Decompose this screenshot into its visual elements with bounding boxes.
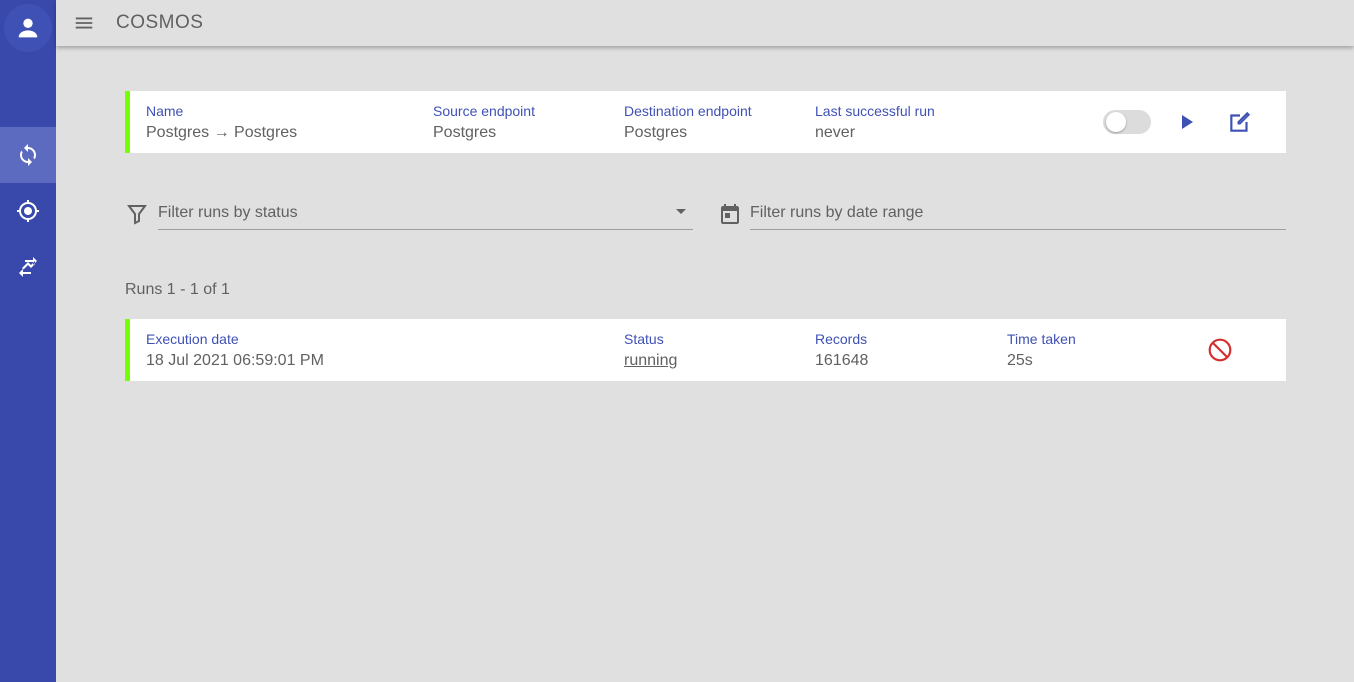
last-successful-run-value: never xyxy=(815,124,856,141)
time-taken-label: Time taken xyxy=(1007,331,1076,347)
records-value: 161648 xyxy=(815,352,869,369)
execution-date-value: 18 Jul 2021 06:59:01 PM xyxy=(146,352,324,369)
cancel-run-button[interactable] xyxy=(1204,334,1236,366)
name-label: Name xyxy=(146,103,184,119)
user-avatar[interactable] xyxy=(4,4,52,52)
chevron-down-icon[interactable] xyxy=(676,209,686,214)
transfer-card: Name Postgres → Postgres Source endpoint… xyxy=(125,91,1286,153)
menu-button[interactable] xyxy=(70,9,98,37)
status-value-link[interactable]: running xyxy=(624,349,677,373)
run-button[interactable] xyxy=(1170,106,1202,138)
date-filter: Filter runs by date range xyxy=(718,196,1286,232)
destination-endpoint-label: Destination endpoint xyxy=(624,103,752,119)
source-endpoint-label: Source endpoint xyxy=(433,103,535,119)
last-successful-run-label: Last successful run xyxy=(815,103,935,119)
edit-button[interactable] xyxy=(1224,106,1256,138)
status-label: Status xyxy=(624,331,664,347)
app-title: COSMOS xyxy=(116,12,204,33)
app-bar: COSMOS xyxy=(56,0,1354,46)
source-endpoint-value: Postgres xyxy=(433,124,497,141)
execution-date-field: Execution date 18 Jul 2021 06:59:01 PM xyxy=(146,330,324,373)
destination-endpoint-value: Postgres xyxy=(624,124,688,141)
time-taken-value: 25s xyxy=(1007,352,1033,369)
calendar-icon xyxy=(721,204,739,224)
time-taken-field: Time taken 25s xyxy=(1007,330,1076,373)
status-filter: Filter runs by status xyxy=(125,196,693,232)
records-field: Records 161648 xyxy=(815,330,868,373)
filter-icon xyxy=(127,205,147,225)
user-icon xyxy=(18,18,38,38)
sidebar-item-crosshair[interactable] xyxy=(0,183,56,239)
last-successful-run-field: Last successful run never xyxy=(815,102,935,145)
records-label: Records xyxy=(815,331,868,347)
execution-date-label: Execution date xyxy=(146,331,239,347)
run-row: Execution date 18 Jul 2021 06:59:01 PM S… xyxy=(125,319,1286,381)
edit-icon xyxy=(1230,111,1251,132)
hamburger-menu-icon xyxy=(75,17,93,29)
play-icon xyxy=(1182,115,1193,129)
name-field: Name Postgres → Postgres xyxy=(146,102,297,145)
sidebar xyxy=(0,0,56,682)
transfer-icon xyxy=(19,257,37,277)
sync-icon xyxy=(20,144,36,166)
crosshair-icon xyxy=(17,200,39,222)
destination-endpoint-field: Destination endpoint Postgres xyxy=(624,102,752,145)
source-endpoint-field: Source endpoint Postgres xyxy=(433,102,535,145)
runs-count: Runs 1 - 1 of 1 xyxy=(125,281,230,298)
block-icon xyxy=(1208,338,1232,362)
sidebar-item-transfer[interactable] xyxy=(0,239,56,295)
enable-toggle[interactable] xyxy=(1103,109,1151,135)
sidebar-item-sync[interactable] xyxy=(0,127,56,183)
status-filter-input[interactable]: Filter runs by status xyxy=(158,196,693,230)
toggle-thumb xyxy=(1106,112,1126,132)
date-range-filter-input[interactable]: Filter runs by date range xyxy=(750,196,1286,230)
name-value: Postgres → Postgres xyxy=(146,124,298,141)
status-field: Status running xyxy=(624,330,677,373)
